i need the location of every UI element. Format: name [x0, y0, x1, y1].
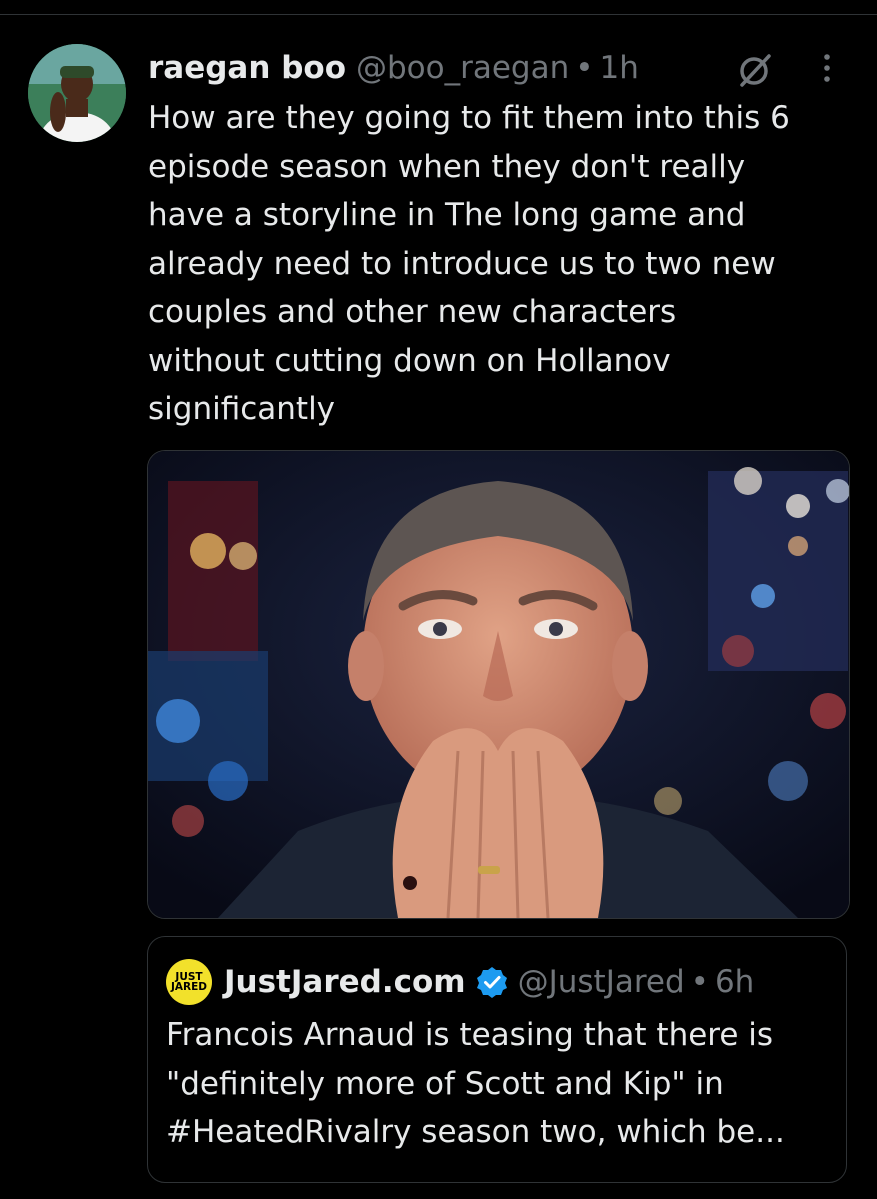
quoted-tweet-header: JUST JARED JustJared.com @JustJared • 6h	[166, 959, 754, 1005]
media-illustration	[148, 451, 849, 918]
quoted-author-handle[interactable]: @JustJared	[518, 964, 685, 1000]
tweet-text: How are they going to fit them into this…	[148, 100, 790, 427]
grok-slash-circle-icon[interactable]	[735, 50, 775, 90]
author-handle[interactable]: @boo_raegan	[356, 50, 569, 86]
avatar-image	[28, 44, 126, 142]
tweet-time[interactable]: 1h	[600, 50, 639, 86]
quoted-separator-dot: •	[690, 964, 709, 1000]
more-vertical-icon[interactable]	[812, 48, 842, 88]
quoted-tweet-card[interactable]: JUST JARED JustJared.com @JustJared • 6h…	[147, 936, 847, 1183]
tweet-header: raegan boo @boo_raegan • 1h	[148, 46, 639, 90]
quoted-tweet-text: Francois Arnaud is teasing that there is…	[166, 1017, 785, 1150]
logo-text-jared: JARED	[170, 981, 207, 993]
top-divider	[0, 14, 877, 15]
quoted-tweet-time[interactable]: 6h	[715, 964, 754, 1000]
avatar[interactable]	[28, 44, 126, 142]
author-name[interactable]: raegan boo	[148, 50, 346, 86]
separator-dot: •	[575, 50, 594, 86]
verified-badge-icon	[476, 967, 507, 998]
tweet-media-image[interactable]	[147, 450, 850, 919]
justjared-logo[interactable]: JUST JARED	[166, 959, 212, 1005]
quoted-author-name[interactable]: JustJared.com	[224, 964, 466, 1000]
